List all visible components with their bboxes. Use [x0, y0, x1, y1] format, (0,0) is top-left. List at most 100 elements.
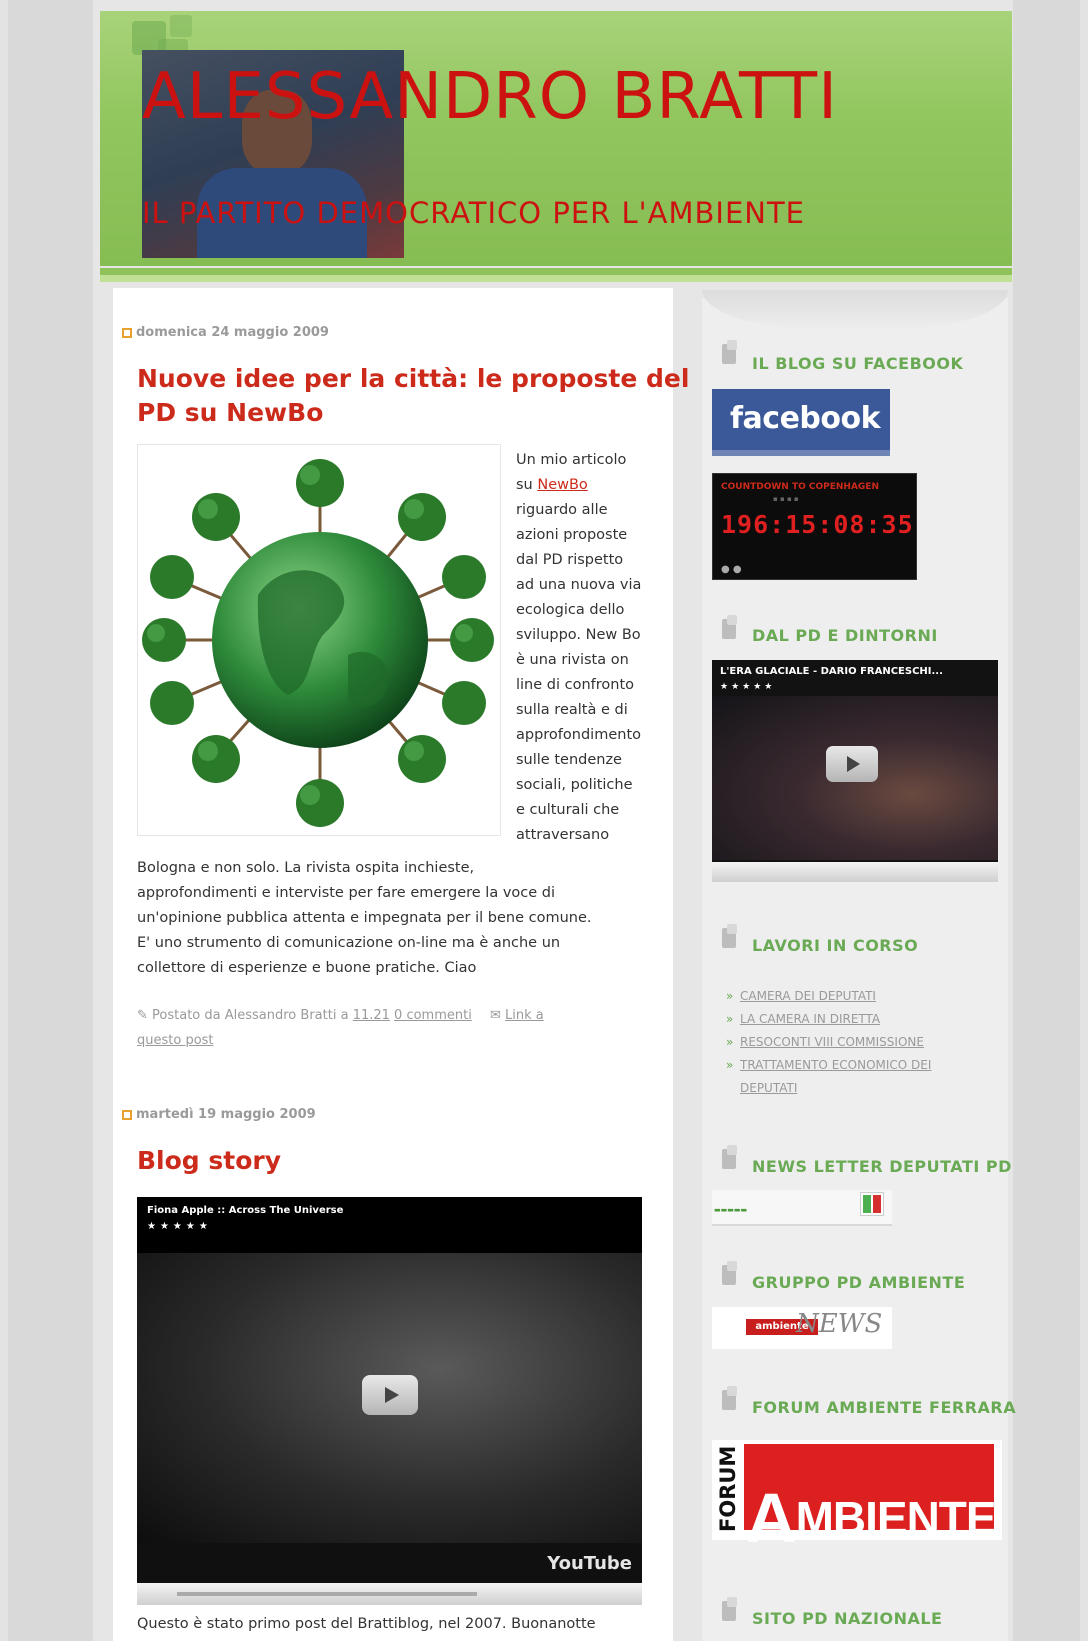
post-text-line: approfondimento — [516, 727, 641, 743]
widget-title-lavori: LAVORI IN CORSO — [752, 936, 919, 955]
forum-banner-text: AMBIENTE — [746, 1470, 997, 1557]
post-text-line: sociali, politiche — [516, 777, 633, 793]
sidebar-video-controls[interactable] — [712, 862, 998, 882]
post-text-line: e culturali che — [516, 802, 620, 818]
post-title-line[interactable]: Nuove idee per la città: le proposte del — [137, 362, 689, 396]
post-text-line: sviluppo. New Bo — [516, 627, 641, 643]
sidebar-video-player[interactable]: L'ERA GLACIALE - DARIO FRANCESCHI... ★★★… — [712, 660, 998, 882]
post-text-line: ad una nuova via — [516, 577, 642, 593]
forum-ambiente-banner[interactable]: FORUM AMBIENTE — [712, 1440, 1002, 1557]
post-date: martedì 19 maggio 2009 — [136, 1107, 316, 1122]
widget-bullet-icon — [722, 615, 740, 641]
post-link-to-this-post[interactable]: questo post — [137, 1033, 214, 1048]
post-text-line: E' uno strumento di comunicazione on-lin… — [137, 935, 561, 951]
post-footer: ✎ Postato da Alessandro Bratti a 11.21 0… — [137, 1003, 657, 1053]
pd-logo-icon — [860, 1192, 884, 1216]
link-camera-diretta[interactable]: LA CAMERA IN DIRETTA — [740, 1012, 880, 1026]
forum-banner-initial: A — [746, 1479, 797, 1557]
list-item: RESOCONTI VIII COMMISSIONE — [724, 1031, 974, 1054]
widget-bullet-icon — [722, 924, 740, 950]
post-footer-line: ✎ Postato da Alessandro Bratti a 11.21 0… — [137, 1003, 657, 1028]
video-rating: ★★★★★ — [147, 1221, 212, 1232]
post-text-line: sulle tendenze — [516, 752, 622, 768]
widget-title-facebook: IL BLOG SU FACEBOOK — [752, 354, 964, 373]
sidebar-video-title[interactable]: L'ERA GLACIALE - DARIO FRANCESCHI... — [720, 666, 943, 677]
widget-title-pd-dintorni: DAL PD E DINTORNI — [752, 626, 938, 645]
header-decoration — [170, 15, 192, 37]
post-text-line: Un mio articolo — [516, 452, 627, 468]
post-text-line: line di confronto — [516, 677, 635, 693]
play-button-icon[interactable] — [826, 746, 878, 782]
post-text: Questo è stato primo post del Brattiblog… — [137, 1616, 596, 1632]
play-button-icon[interactable] — [362, 1375, 418, 1415]
post-date-header: martedì 19 maggio 2009 — [122, 1107, 316, 1122]
video-controls[interactable] — [137, 1583, 642, 1605]
youtube-logo[interactable]: YouTube — [547, 1553, 632, 1574]
post-text-line: Bologna e non solo. La rivista ospita in… — [137, 860, 475, 876]
list-item: TRATTAMENTO ECONOMICO DEI DEPUTATI — [724, 1054, 974, 1100]
blog-title[interactable]: ALESSANDRO BRATTI — [142, 60, 838, 134]
post-text-line: un'opinione pubblica attenta e impegnata… — [137, 910, 592, 926]
countdown-units: ▪ ▪ ▪ ▪ — [773, 495, 799, 503]
newsletter-banner[interactable]: ▬▬▬▬▬ — [712, 1190, 892, 1226]
date-bullet-icon — [122, 327, 132, 338]
post-text-line: collettore di esperienze e buone pratich… — [137, 960, 477, 976]
widget-title-newsletter: NEWS LETTER DEPUTATI PD — [752, 1157, 1012, 1176]
email-post-icon[interactable]: ✉ — [490, 1008, 501, 1023]
post-text-line: sulla realtà e di — [516, 702, 628, 718]
post-text-line: su NewBo — [516, 473, 666, 498]
link-resoconti[interactable]: RESOCONTI VIII COMMISSIONE — [740, 1035, 924, 1049]
post-wrap-text: Un mio articolo su NewBo riguardo alle a… — [516, 448, 666, 848]
countdown-widget[interactable]: COUNTDOWN TO COPENHAGEN ▪ ▪ ▪ ▪ 196:15:0… — [712, 473, 917, 580]
list-item: LA CAMERA IN DIRETTA — [724, 1008, 974, 1031]
video-title[interactable]: Fiona Apple :: Across The Universe — [147, 1205, 343, 1216]
pencil-icon: ✎ — [137, 1008, 148, 1023]
widget-title-gruppo-ambiente: GRUPPO PD AMBIENTE — [752, 1273, 966, 1292]
post-link-to-this-post[interactable]: Link a — [505, 1008, 544, 1023]
countdown-label: COUNTDOWN TO COPENHAGEN — [721, 482, 879, 492]
video-progress-bar[interactable] — [177, 1592, 477, 1596]
list-item: CAMERA DEI DEPUTATI — [724, 985, 974, 1008]
widget-title-sito-pd: SITO PD NAZIONALE — [752, 1609, 943, 1628]
countdown-value: 196:15:08:35 — [721, 510, 914, 539]
post-title[interactable]: Blog story — [137, 1144, 281, 1178]
header-stripe — [100, 268, 1012, 282]
post-text-line: dal PD rispetto — [516, 552, 624, 568]
facebook-logo: facebook — [730, 401, 881, 436]
widget-bullet-icon — [722, 340, 740, 366]
post-full-text: Bologna e non solo. La rivista ospita in… — [137, 856, 677, 981]
post-title-line[interactable]: PD su NewBo — [137, 396, 689, 430]
newbo-link[interactable]: NewBo — [537, 477, 587, 493]
ambiente-news-banner[interactable]: ambiente NEWS — [712, 1307, 892, 1349]
widget-bullet-icon — [722, 1261, 740, 1287]
blog-subtitle: IL PARTITO DEMOCRATICO PER L'AMBIENTE — [142, 196, 806, 230]
earth-trees-illustration — [142, 459, 494, 827]
post-comments-link[interactable]: 0 commenti — [394, 1008, 472, 1023]
newsletter-banner-text: ▬▬▬▬▬ — [714, 1206, 748, 1214]
sidebar-video-rating: ★★★★★ — [720, 682, 776, 692]
lavori-link-list: CAMERA DEI DEPUTATI LA CAMERA IN DIRETTA… — [724, 985, 974, 1100]
ambiente-news-logo-suffix: NEWS — [796, 1309, 883, 1339]
date-bullet-icon — [122, 1109, 132, 1120]
post-permalink-time[interactable]: 11.21 — [353, 1008, 390, 1023]
link-trattamento-economico[interactable]: TRATTAMENTO ECONOMICO DEI DEPUTATI — [740, 1058, 931, 1095]
forum-vertical-text: FORUM — [716, 1445, 740, 1532]
post-text-line: riguardo alle — [516, 502, 608, 518]
widget-bullet-icon — [722, 1597, 740, 1623]
post-text-line: azioni proposte — [516, 527, 628, 543]
post-date: domenica 24 maggio 2009 — [136, 325, 329, 340]
forum-banner-word: MBIENTE — [795, 1492, 997, 1544]
post-text-line: è una rivista on — [516, 652, 629, 668]
post-text-line: ecologica dello — [516, 602, 625, 618]
widget-bullet-icon — [722, 1145, 740, 1171]
link-camera-deputati[interactable]: CAMERA DEI DEPUTATI — [740, 989, 876, 1003]
countdown-pager-icon: ● ● — [721, 564, 742, 575]
post-text-fragment: su — [516, 477, 538, 493]
widget-bullet-icon — [722, 1386, 740, 1412]
widget-title-forum-ferrara: FORUM AMBIENTE FERRARA — [752, 1398, 1017, 1417]
earth-trees-image — [137, 444, 501, 836]
facebook-badge[interactable]: facebook — [712, 389, 890, 456]
video-player[interactable]: Fiona Apple :: Across The Universe ★★★★★… — [137, 1197, 642, 1605]
post-title[interactable]: Nuove idee per la città: le proposte del… — [137, 362, 689, 430]
post-date-header: domenica 24 maggio 2009 — [122, 325, 329, 340]
